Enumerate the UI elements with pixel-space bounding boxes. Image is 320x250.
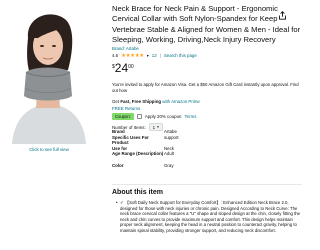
visa-prequal-offer[interactable]: You're invited to apply for Amazon Visa.… xyxy=(112,82,302,94)
detail-value: Adult xyxy=(164,151,175,157)
coupon-checkbox[interactable] xyxy=(136,113,142,119)
coupon-text[interactable]: Apply 20% coupon xyxy=(145,114,182,119)
coupon-terms-link[interactable]: Terms xyxy=(184,114,196,119)
shipping-bold: Fast, Free Shipping xyxy=(120,99,162,104)
detail-row-specific-uses: Specific Uses For Product support xyxy=(112,135,179,146)
detail-row-color: Color Gray xyxy=(112,163,179,169)
detail-key: Specific Uses For Product xyxy=(112,134,149,146)
about-bullet: ✓ 【Soft Daily Neck Support for Everyday … xyxy=(116,200,302,234)
shipping-info: Get Fast, Free Shipping with Amazon Prim… xyxy=(112,99,200,104)
product-title: Neck Brace for Neck Pain & Support - Erg… xyxy=(112,4,301,45)
shipping-prefix: Get xyxy=(112,99,120,104)
section-divider xyxy=(112,184,302,185)
about-this-item-heading: About this item xyxy=(112,189,163,196)
price: $ 24 00 xyxy=(112,62,134,74)
click-to-see-full-view-link[interactable]: Click to see full view xyxy=(6,147,92,152)
coupon-row: Coupon: Apply 20% coupon Terms xyxy=(112,112,196,120)
detail-value: support xyxy=(164,134,179,140)
price-fraction: 00 xyxy=(128,63,134,70)
price-whole: 24 xyxy=(114,61,129,75)
amazon-prime-link[interactable]: with Amazon Prime xyxy=(162,99,200,104)
rating-count-link[interactable]: 12 xyxy=(152,53,157,58)
product-details-table: Brand Artabe Specific Uses For Product s… xyxy=(112,129,179,168)
product-image-graphic xyxy=(12,14,86,144)
rating-chevron-icon[interactable]: ▾ xyxy=(147,53,149,58)
detail-row-age-range: Age Range (Description) Adult xyxy=(112,151,179,162)
free-returns-link[interactable]: FREE Returns xyxy=(112,106,140,111)
search-this-page-link[interactable]: Search this page xyxy=(164,53,197,58)
rating-value: 4.6 xyxy=(112,53,119,58)
coupon-badge: Coupon: xyxy=(112,112,134,120)
rating-row: 4.6 ★★★★★ ▾ 12 | Search this page xyxy=(112,52,197,59)
product-image[interactable] xyxy=(8,8,88,144)
detail-key: Color xyxy=(112,162,124,168)
detail-value: Artabe xyxy=(164,129,177,134)
detail-value: Gray xyxy=(164,162,174,168)
star-rating-icon[interactable]: ★★★★★ xyxy=(121,53,144,59)
about-bullets: ✓ 【Soft Daily Neck Support for Everyday … xyxy=(116,200,302,234)
brand-link[interactable]: Brand: Artabe xyxy=(112,46,139,51)
detail-key: Age Range (Description) xyxy=(112,151,164,157)
